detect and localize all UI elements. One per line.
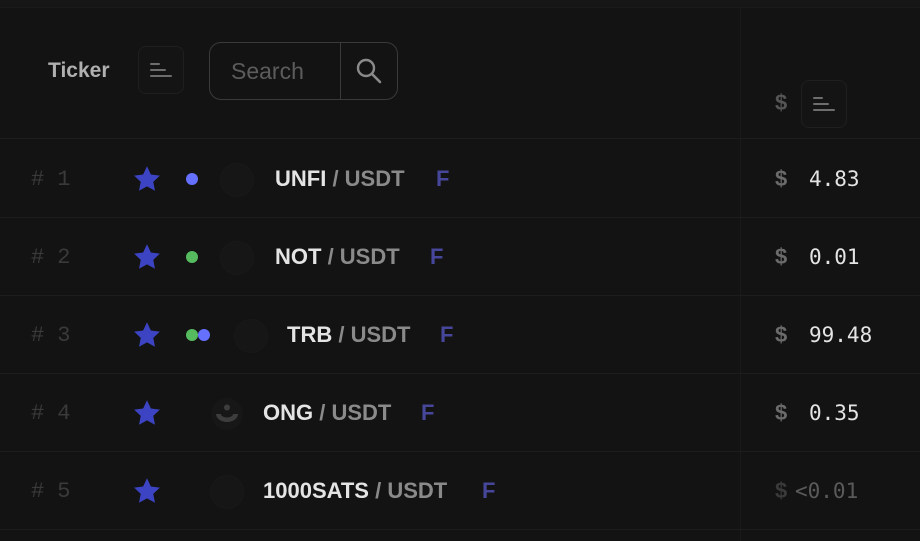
table-row[interactable]: #5 1000SATS / USDT F $ <0.01 <box>0 452 920 530</box>
price: $0.35 <box>775 400 860 425</box>
favorite-star-icon[interactable] <box>132 476 162 506</box>
search-button[interactable] <box>340 43 397 99</box>
ticker-sort-button[interactable] <box>138 46 184 94</box>
coin-logo-icon <box>234 319 268 353</box>
status-dot-green <box>186 329 198 341</box>
pair-name[interactable]: TRB / USDT <box>287 322 410 348</box>
coin-logo-icon <box>220 163 254 197</box>
rank: #4 <box>31 401 71 426</box>
ticker-table: Ticker $ #1 UNFI / USDT F $4.83 #2 <box>0 0 920 541</box>
sort-lines-icon <box>150 62 172 78</box>
table-row[interactable]: #4 ONG / USDT F $0.35 <box>0 374 920 452</box>
futures-badge: F <box>430 244 444 269</box>
status-dot-blue <box>198 329 210 341</box>
coin-logo-icon <box>210 475 244 509</box>
favorite-star-icon[interactable] <box>132 320 162 350</box>
coin-logo-icon <box>220 241 254 275</box>
price: $4.83 <box>775 166 860 191</box>
ticker-column-label: Ticker <box>48 59 110 82</box>
favorite-star-icon[interactable] <box>132 164 162 194</box>
pair-name[interactable]: ONG / USDT <box>263 400 391 426</box>
rank: #5 <box>31 479 71 504</box>
futures-badge: F <box>440 322 454 347</box>
table-row[interactable]: #1 UNFI / USDT F $4.83 <box>0 140 920 218</box>
favorite-star-icon[interactable] <box>132 242 162 272</box>
status-dot-blue <box>186 173 198 185</box>
favorite-star-icon[interactable] <box>132 398 162 428</box>
rank: #3 <box>31 323 71 348</box>
futures-badge: F <box>482 478 496 503</box>
search-input[interactable] <box>210 43 340 99</box>
table-header: Ticker $ <box>0 8 920 139</box>
price: $99.48 <box>775 322 873 347</box>
table-row[interactable]: #2 NOT / USDT F $0.01 <box>0 218 920 296</box>
price-column-currency: $ <box>775 90 788 115</box>
futures-badge: F <box>436 166 450 191</box>
rank: #2 <box>31 245 71 270</box>
price: $0.01 <box>775 244 860 269</box>
pair-name[interactable]: UNFI / USDT <box>275 166 405 192</box>
search-icon <box>356 58 382 84</box>
rank: #1 <box>31 167 71 192</box>
status-dot-green <box>186 251 198 263</box>
search-box <box>209 42 398 100</box>
futures-badge: F <box>421 400 435 425</box>
table-row[interactable]: #3 TRB / USDT F $99.48 <box>0 296 920 374</box>
pair-name[interactable]: NOT / USDT <box>275 244 400 270</box>
top-strip <box>0 0 920 8</box>
ong-logo-icon <box>211 398 243 430</box>
sort-lines-icon <box>813 96 835 112</box>
price-sort-button[interactable] <box>801 80 847 128</box>
price: $ <0.01 <box>775 478 859 503</box>
pair-name[interactable]: 1000SATS / USDT <box>263 478 447 504</box>
